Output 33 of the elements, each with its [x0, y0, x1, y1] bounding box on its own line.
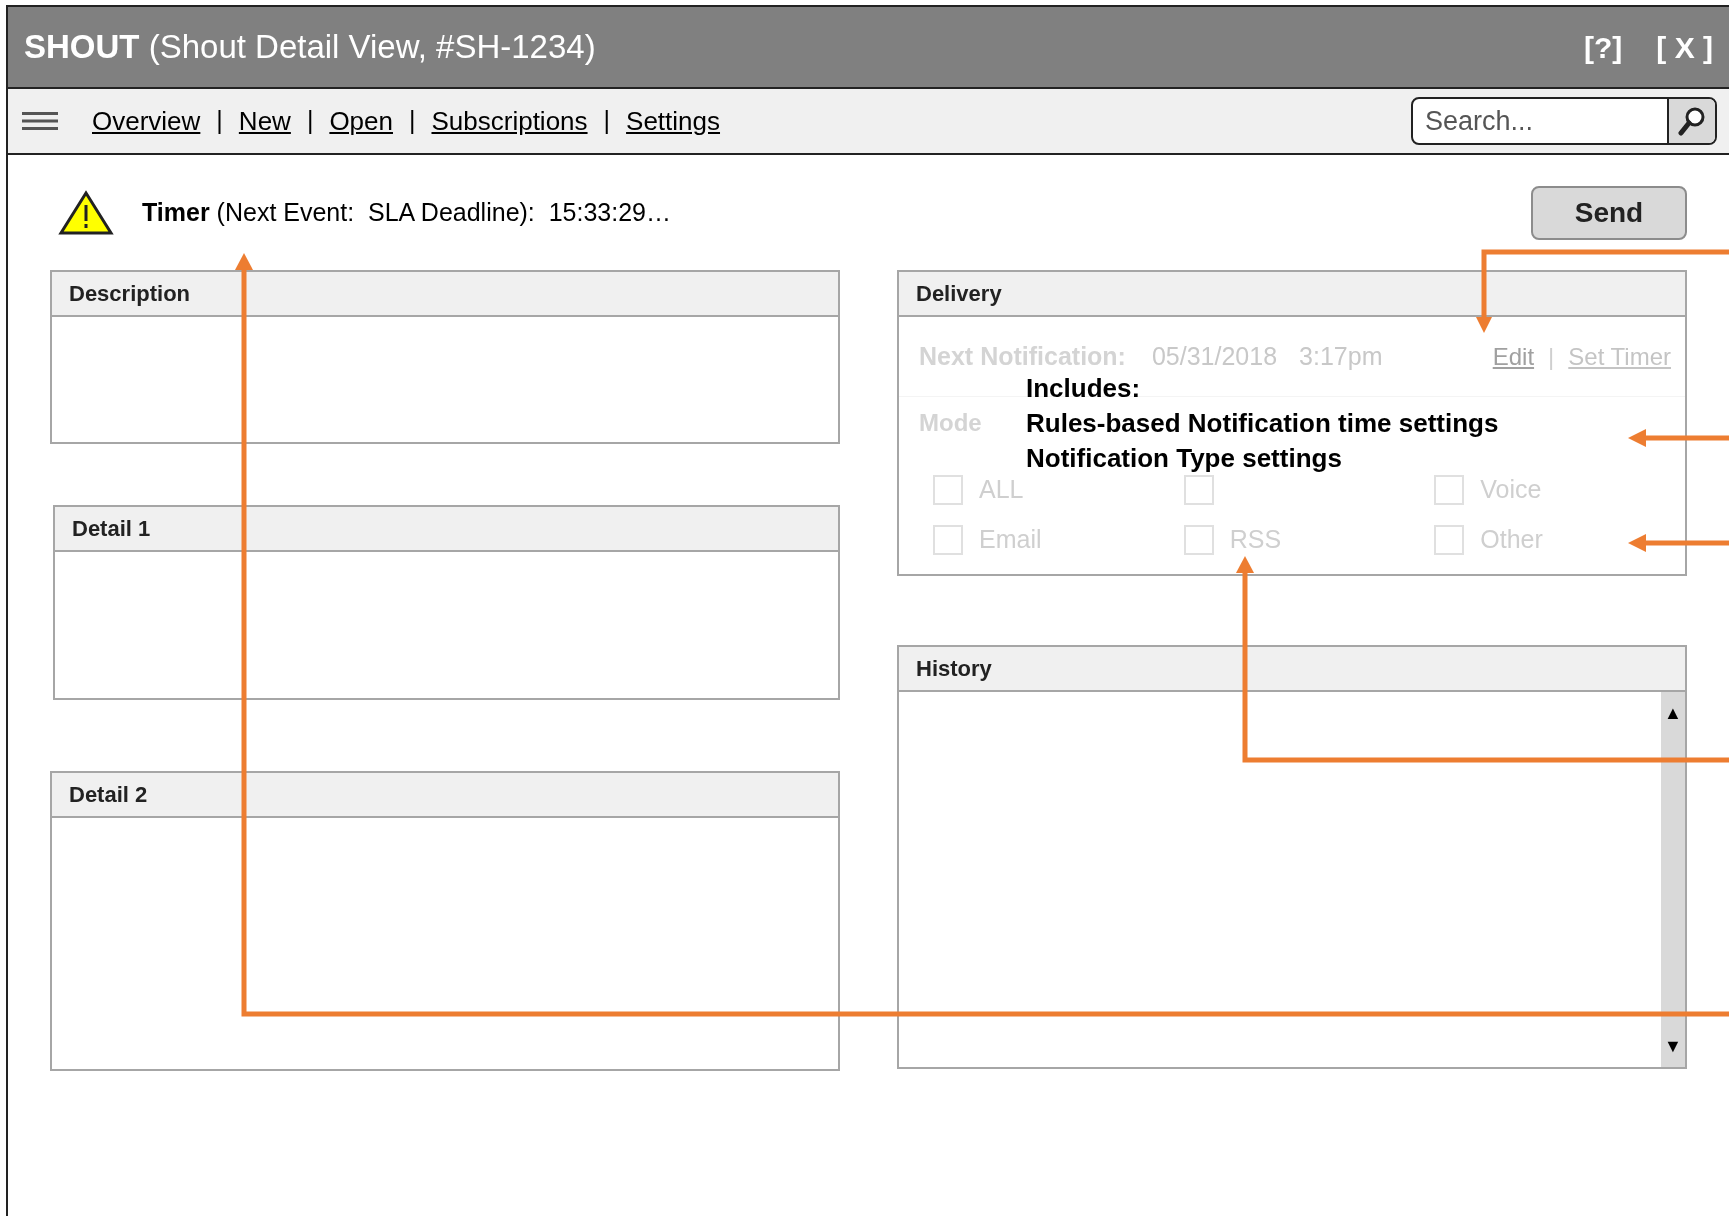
nav-link[interactable]: Subscriptions — [431, 101, 588, 141]
help-button[interactable]: [?] — [1584, 24, 1623, 70]
scroll-down-arrow[interactable]: ▼ — [1664, 1037, 1682, 1055]
nav-link[interactable]: New — [238, 101, 291, 141]
nav-separator: | — [216, 105, 223, 137]
panel-title: History — [916, 655, 992, 683]
menu-icon[interactable] — [22, 111, 58, 131]
nav-separator: | — [306, 105, 314, 137]
search-field[interactable]: Search... — [1413, 99, 1667, 143]
scrollbar[interactable]: ▲ ▼ — [1661, 692, 1685, 1067]
window-title: SHOUT (Shout Detail View, #SH-1234) — [24, 27, 596, 68]
search-bar[interactable]: Search... — [1411, 97, 1717, 145]
annotation-text: Notification Type settings — [1026, 442, 1342, 475]
search-button[interactable] — [1667, 99, 1715, 143]
nav-separator: | — [409, 105, 416, 137]
panel-title: Delivery — [916, 280, 1002, 308]
close-button[interactable]: [ X ] — [1656, 24, 1713, 70]
nav-link[interactable]: Settings — [626, 101, 720, 141]
nav-link[interactable]: Overview — [92, 101, 201, 141]
annotation-text: Rules-based Notification time settings — [1026, 407, 1499, 440]
search-icon[interactable] — [1678, 105, 1706, 137]
panel-title: Detail 2 — [69, 781, 148, 809]
nav-link[interactable]: Open — [329, 101, 393, 141]
arrowhead — [235, 253, 253, 270]
link-separator: | — [1548, 341, 1555, 372]
warning-icon — [58, 189, 114, 236]
timer-text: Timer (Next Event: SLA Deadline): 15:33:29… — [142, 196, 671, 228]
scroll-up-arrow[interactable]: ▲ — [1664, 704, 1682, 722]
nav-separator: | — [603, 105, 611, 137]
annotation-text: Includes: — [1026, 372, 1141, 405]
panel-title: Description — [69, 280, 191, 308]
send-button[interactable]: Send — [1531, 185, 1687, 240]
panel-title: Detail 1 — [72, 515, 151, 543]
